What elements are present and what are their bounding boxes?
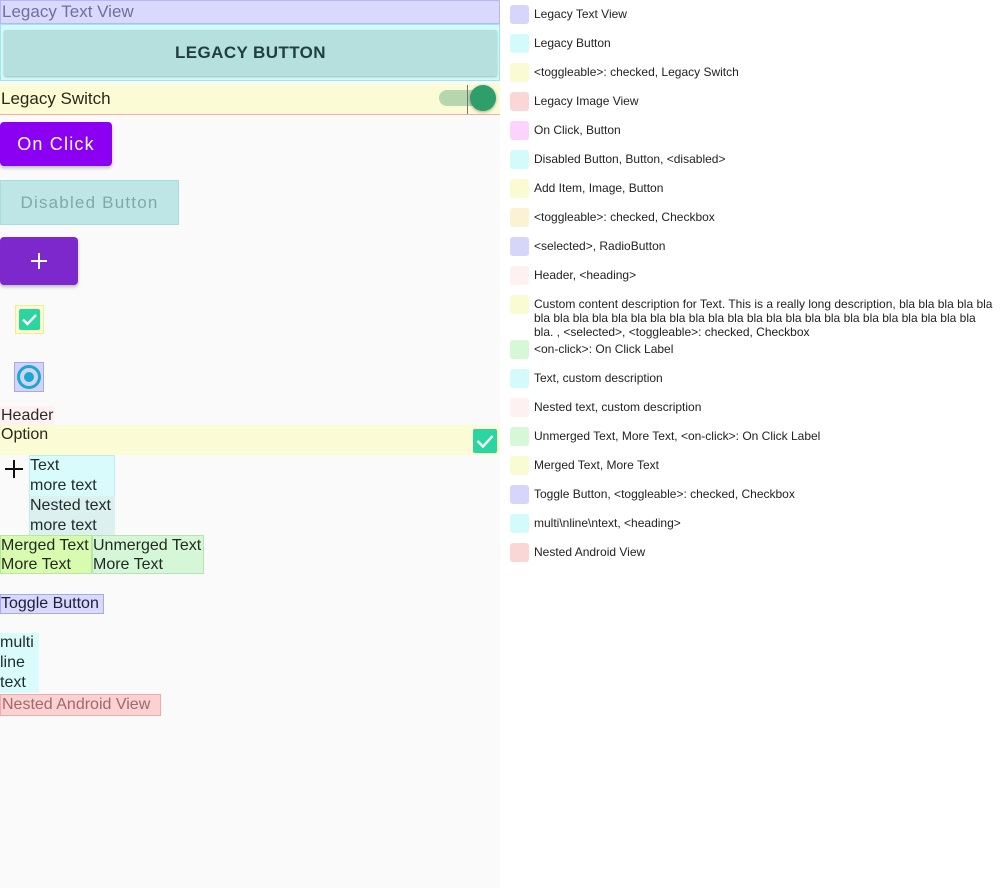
merged-text: Merged Text More Text [0, 535, 92, 574]
toggle-button[interactable]: Toggle Button [0, 594, 104, 614]
check-icon [22, 314, 37, 326]
legend-label: Legacy Text View [534, 7, 627, 21]
legend-swatch [510, 266, 529, 285]
legacy-text-view: Legacy Text View [0, 0, 500, 24]
legend-label: <on-click>: On Click Label [534, 342, 674, 356]
legend-label: Merged Text, More Text [534, 458, 659, 472]
legend-swatch [510, 208, 529, 227]
text-line-2: more text [30, 477, 97, 494]
legend-swatch [510, 485, 529, 504]
legend-label: Add Item, Image, Button [534, 181, 664, 195]
on-click-button[interactable]: On Click [0, 122, 112, 166]
text-group: Text more text Nested text more text [29, 455, 115, 535]
option-label: Option [1, 426, 49, 443]
checkbox[interactable] [19, 309, 40, 330]
legacy-button[interactable]: LEGACY BUTTON [4, 30, 497, 76]
legend-swatch [510, 340, 529, 359]
nested-android-view: Nested Android View [0, 694, 161, 716]
legend-swatch [510, 150, 529, 169]
unmerged-line-2: More Text [93, 556, 163, 573]
option-checkbox[interactable] [473, 429, 497, 453]
legend-label: <toggleable>: checked, Checkbox [534, 210, 715, 224]
merged-line-1: Merged Text [1, 537, 89, 554]
multiline-line-1: multi [0, 634, 34, 651]
plus-icon [31, 253, 47, 269]
nested-text-line-1: Nested text [30, 497, 111, 514]
legend-label: On Click, Button [534, 123, 621, 137]
legend-swatch [510, 121, 529, 140]
legend-label: multi\nline\ntext, <heading> [534, 516, 681, 530]
unmerged-text[interactable]: Unmerged Text More Text [92, 535, 204, 574]
disabled-button: Disabled Button [0, 180, 179, 225]
checkbox-container [15, 305, 44, 334]
legend-label: Text, custom description [534, 371, 663, 385]
legend-swatch [510, 295, 529, 314]
legend-label: Nested text, custom description [534, 400, 702, 414]
legend-swatch [510, 34, 529, 53]
merged-line-2: More Text [1, 556, 71, 573]
radio-button[interactable] [17, 365, 41, 389]
legend-swatch [510, 237, 529, 256]
legacy-switch-label: Legacy Switch [1, 89, 111, 108]
legend-label: Legacy Image View [534, 94, 639, 108]
legend-swatch [510, 514, 529, 533]
legend-label: Unmerged Text, More Text, <on-click>: On… [534, 429, 821, 443]
legend-swatch [510, 5, 529, 24]
legend-label: Disabled Button, Button, <disabled> [534, 152, 726, 166]
text-line-1: Text [30, 457, 60, 474]
nested-text-group: Nested text more text [30, 496, 115, 535]
legend-swatch [510, 398, 529, 417]
multiline-line-2: line [0, 654, 25, 671]
legacy-switch-row[interactable]: Legacy Switch [0, 84, 500, 115]
option-row[interactable]: Option [0, 425, 500, 455]
switch-divider [467, 85, 468, 114]
header-heading: Header [0, 406, 54, 425]
unmerged-line-1: Unmerged Text [93, 537, 202, 554]
legend-label: Header, <heading> [534, 268, 637, 282]
legend-label: <toggleable>: checked, Legacy Switch [534, 65, 739, 79]
multiline-line-3: text [0, 674, 26, 691]
legend-swatch [510, 369, 529, 388]
plus-icon [4, 459, 24, 484]
legend-swatch [510, 63, 529, 82]
legend-label: Nested Android View [534, 545, 646, 559]
radio-dot-icon [24, 372, 34, 382]
nested-text-line-2: more text [30, 517, 97, 534]
legend-swatch [510, 92, 529, 111]
legend-swatch [510, 427, 529, 446]
radio-container [14, 362, 44, 392]
legend-swatch [510, 543, 529, 562]
legend-label: Custom content description for Text. Thi… [534, 297, 993, 339]
legend-swatch [510, 179, 529, 198]
legacy-switch-toggle[interactable] [470, 85, 496, 111]
legend-swatch [510, 456, 529, 475]
multiline-heading: multi line text [0, 633, 39, 693]
preview-panel: Legacy Text View LEGACY BUTTON Legacy Sw… [0, 0, 500, 888]
legend-label: <selected>, RadioButton [534, 239, 666, 253]
legacy-button-container: LEGACY BUTTON [0, 24, 500, 81]
legend-label: Toggle Button, <toggleable>: checked, Ch… [534, 487, 795, 501]
check-icon [476, 435, 494, 449]
add-item-button[interactable] [0, 237, 78, 285]
legend-label: Legacy Button [534, 36, 611, 50]
accessibility-legend: Legacy Text View Legacy Button <toggleab… [500, 0, 1000, 888]
